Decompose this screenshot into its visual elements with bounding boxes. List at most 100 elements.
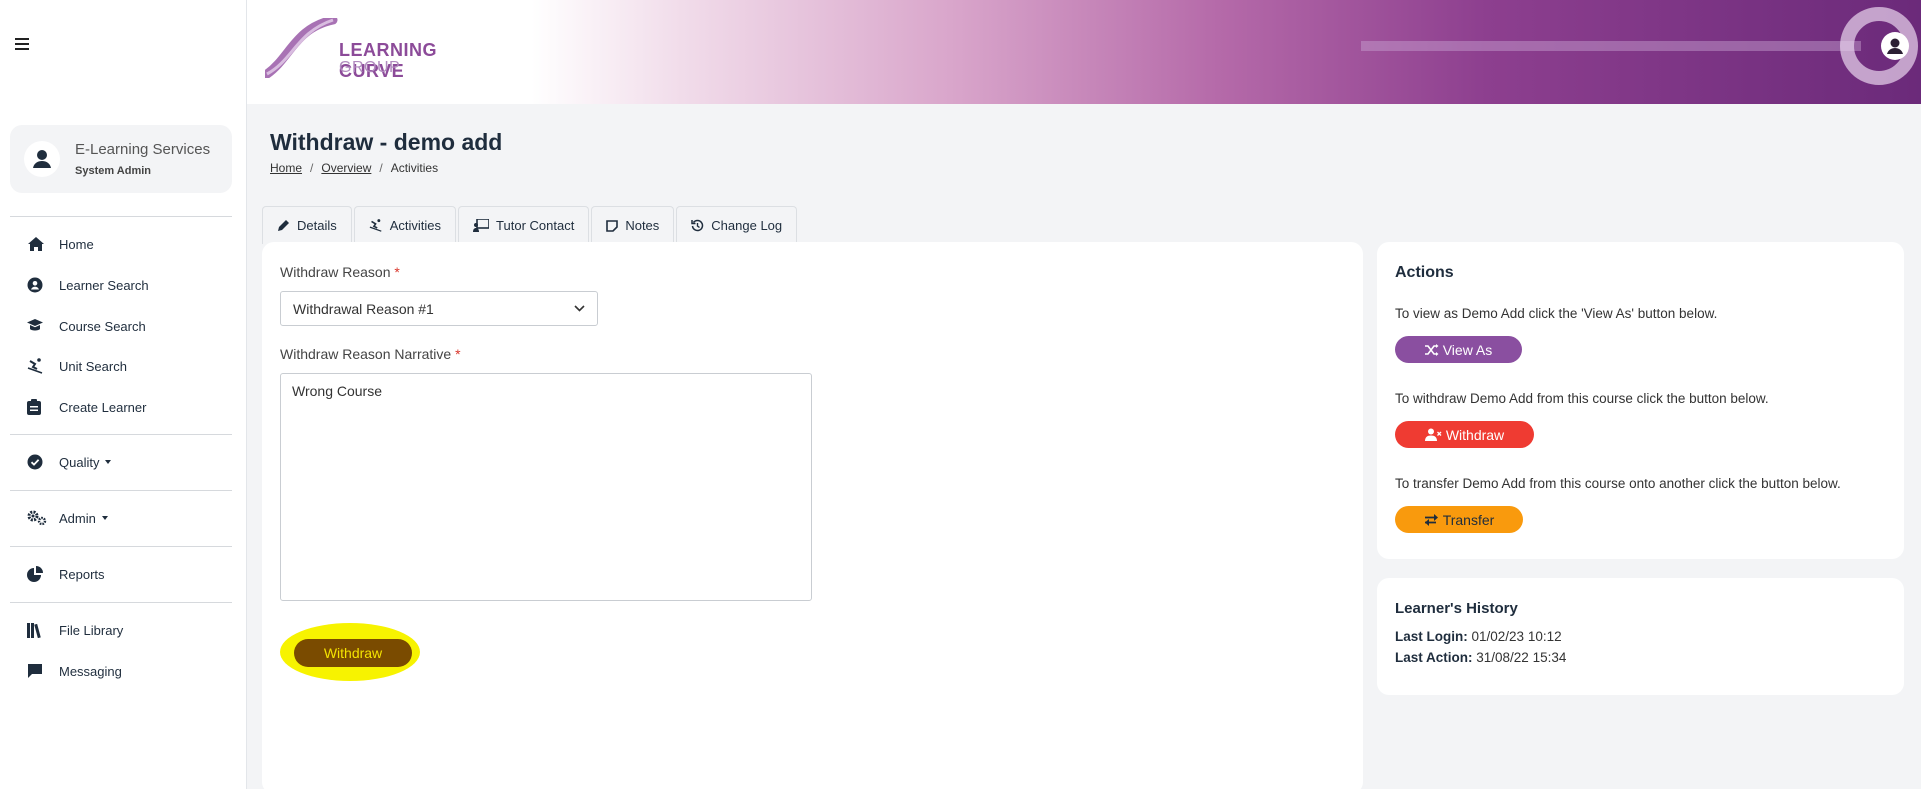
learner-history-panel: Learner's History Last Login: 01/02/23 1… [1377,578,1904,695]
withdraw-reason-select[interactable]: Withdrawal Reason #1 [280,291,598,326]
history-icon [691,219,704,232]
last-action-label: Last Action: [1395,650,1473,665]
tab-change-log[interactable]: Change Log [676,206,798,244]
tab-bar: Details Activities Tutor Contact Notes C… [262,206,799,244]
sidebar-divider [10,546,232,547]
sidebar-item-label: Quality [59,454,100,470]
chevron-down-icon [105,460,112,464]
graduation-cap-icon [27,317,49,335]
transfer-button[interactable]: Transfer [1395,506,1523,533]
withdraw-reason-label: Withdraw Reason * [280,264,400,280]
gears-icon [27,509,49,527]
sidebar-item-label: Learner Search [59,277,149,293]
sidebar-item-label: Create Learner [59,399,147,415]
breadcrumb-separator: / [379,161,383,175]
button-label: View As [1442,341,1493,358]
message-icon [27,662,49,680]
breadcrumb-home-link[interactable]: Home [270,161,302,175]
transfer-description: To transfer Demo Add from this course on… [1395,476,1841,491]
sidebar-item-label: File Library [59,622,124,638]
books-icon [27,621,49,639]
chalkboard-user-icon [473,219,490,232]
actions-panel: Actions To view as Demo Add click the 'V… [1377,242,1904,559]
tab-details[interactable]: Details [262,206,352,244]
learning-curve-logo: LEARNING CURVE GROUP [265,18,505,81]
sidebar-item-label: Unit Search [59,358,127,374]
sidebar-divider [10,602,232,603]
shuffle-icon [1424,343,1439,356]
pencil-icon [278,220,289,231]
tab-label: Change Log [711,218,783,233]
pie-chart-icon [27,565,49,583]
select-value: Withdrawal Reason #1 [293,300,434,317]
top-header: LEARNING CURVE GROUP [247,0,1921,104]
sidebar-divider [10,434,232,435]
user-circle-icon [27,276,49,294]
logo-subtext: GROUP [339,59,401,76]
clipboard-icon [27,398,49,416]
tab-tutor-contact[interactable]: Tutor Contact [458,206,590,244]
tab-label: Activities [389,218,442,233]
check-circle-icon [27,453,49,471]
last-login-label: Last Login: [1395,629,1468,644]
withdraw-submit-button[interactable]: Withdraw [294,639,412,667]
label-text: Withdraw Reason Narrative [280,346,452,362]
breadcrumb-overview-link[interactable]: Overview [321,161,371,175]
sidebar-item-label: Course Search [59,318,146,334]
breadcrumb: Home / Overview / Activities [270,161,438,175]
sidebar-item-admin[interactable]: Admin [27,506,108,530]
withdraw-form-panel: Withdraw Reason * Withdrawal Reason #1 W… [262,242,1363,789]
sidebar-divider [10,216,232,217]
user-name: E-Learning Services [75,141,211,158]
last-login-value: 01/02/23 10:12 [1471,629,1562,644]
sidebar-item-label: Messaging [59,663,122,679]
last-action-value: 31/08/22 15:34 [1476,650,1567,665]
history-title: Learner's History [1395,600,1518,617]
tab-notes[interactable]: Notes [591,206,675,244]
view-as-description: To view as Demo Add click the 'View As' … [1395,306,1718,321]
user-card: E-Learning Services System Admin [10,125,232,193]
user-avatar-icon [24,141,60,177]
menu-toggle-icon[interactable] [15,38,29,50]
account-icon[interactable] [1881,32,1909,60]
breadcrumb-current: Activities [390,161,439,175]
arrows-exchange-icon [1424,513,1438,526]
button-label: Transfer [1442,511,1495,528]
sidebar-item-unit-search[interactable]: Unit Search [27,354,127,378]
sidebar-item-file-library[interactable]: File Library [27,618,123,642]
withdraw-action-button[interactable]: Withdraw [1395,421,1534,448]
tab-label: Tutor Contact [496,218,575,233]
sidebar-item-course-search[interactable]: Course Search [27,314,146,338]
sidebar-item-home[interactable]: Home [27,232,94,256]
skiing-icon [27,357,49,375]
required-mark: * [455,346,461,362]
sidebar: E-Learning Services System Admin Home Le… [0,0,247,789]
sidebar-item-label: Admin [59,510,96,526]
last-login-row: Last Login: 01/02/23 10:12 [1395,629,1562,644]
chevron-down-icon [574,305,585,312]
withdraw-narrative-textarea[interactable]: Wrong Course [280,373,812,601]
sidebar-item-quality[interactable]: Quality [27,450,112,474]
sidebar-item-label: Home [59,236,94,252]
sidebar-item-label: Reports [59,566,105,582]
user-role: System Admin [75,165,152,177]
tab-label: Details [297,218,337,233]
label-text: Withdraw Reason [280,264,391,280]
withdraw-description: To withdraw Demo Add from this course cl… [1395,391,1769,406]
required-mark: * [394,264,400,280]
note-icon [606,219,619,232]
home-icon [27,235,49,253]
tab-activities[interactable]: Activities [353,206,457,244]
actions-title: Actions [1395,264,1454,281]
breadcrumb-separator: / [310,161,314,175]
button-label: Withdraw [1445,426,1505,443]
main-content: Withdraw - demo add Home / Overview / Activi… [247,104,1921,789]
page-title: Withdraw - demo add [270,129,503,155]
sidebar-item-messaging[interactable]: Messaging [27,659,122,683]
skiing-icon [369,219,382,232]
sidebar-item-learner-search[interactable]: Learner Search [27,273,149,297]
sidebar-item-reports[interactable]: Reports [27,562,105,586]
sidebar-item-create-learner[interactable]: Create Learner [27,395,146,419]
view-as-button[interactable]: View As [1395,336,1522,363]
withdraw-narrative-label: Withdraw Reason Narrative * [280,346,461,362]
